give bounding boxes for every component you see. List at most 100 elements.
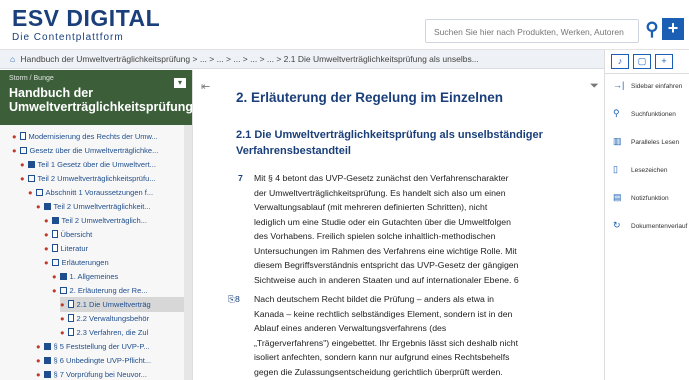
text-line: isoliert anfechten, sondern kann nur auf… <box>254 352 510 362</box>
text-line: Verwaltungsablauf (mit mehreren definier… <box>254 202 488 212</box>
folder-icon <box>43 343 51 350</box>
toc-item[interactable]: ● § 7 Vorprüfung bei Neuvor... <box>36 367 184 380</box>
tool-item[interactable]: ⚲ Suchfunktionen <box>605 102 689 130</box>
folder-icon <box>27 175 35 182</box>
scrollbar[interactable] <box>184 125 192 380</box>
section-heading: 2. Erläuterung der Regelung im Einzelnen <box>236 90 504 105</box>
toc-item[interactable]: ● Teil 2 Umweltverträglich... <box>44 213 184 228</box>
tool-item-label: Suchfunktionen <box>631 111 676 118</box>
toc-item-label: Erläuterungen <box>61 258 109 267</box>
bullet-icon: ● <box>36 356 41 365</box>
columns-icon: ▥ <box>613 136 622 146</box>
chevron-down-icon[interactable]: ▾ <box>174 78 186 88</box>
search-input[interactable]: Suchen Sie hier nach Produkten, Werken, … <box>425 19 639 43</box>
toc-item-label: Teil 2 Umweltverträglich... <box>61 216 147 225</box>
bookmark-icon: ▯ <box>613 164 618 174</box>
tool-panel: ♪ ▢ + →| Sidebar einfahren ⚲ Suchfunktionen ▥ P… <box>604 50 689 380</box>
toc-item-label: 2. Erläuterung der Re... <box>69 286 148 295</box>
bullet-icon: ● <box>52 272 57 281</box>
content: 2. Erläuterung der Regelung im Einzelnen… <box>218 70 602 380</box>
paragraph-number: ⎘8 <box>228 294 240 304</box>
home-icon[interactable]: ⌂ <box>10 54 15 64</box>
bullet-icon: ● <box>44 244 49 253</box>
tool-item-label: Lesezeichen <box>631 167 668 174</box>
toc-item[interactable]: ● 2. Erläuterung der Re... <box>52 283 184 298</box>
toc-item-label: § 7 Vorprüfung bei Neuvor... <box>53 370 147 379</box>
window-icon[interactable]: ▢ <box>633 54 651 69</box>
toc-item[interactable]: ● 2.3 Verfahren, die Zul <box>60 325 184 340</box>
toc-item[interactable]: ● 2.2 Verwaltungsbehör <box>60 311 184 326</box>
paragraph-number: 7 <box>238 173 243 183</box>
toc-item-label: Teil 2 Umweltverträglichkeitsprüfu... <box>37 174 156 183</box>
text-line: Untersuchungen im Rahmen des Verfahrens … <box>254 245 517 256</box>
tool-list: →| Sidebar einfahren ⚲ Suchfunktionen ▥ Paral… <box>605 74 689 242</box>
tool-item-label: Dokumentenverlauf <box>631 223 688 230</box>
toc-item-label: Übersicht <box>60 230 93 239</box>
header: ESV DIGITAL Die Contentplattform Suchen … <box>0 0 689 50</box>
note-icon: ▤ <box>613 192 622 202</box>
toc-item-label: 2.2 Verwaltungsbehör <box>76 314 150 323</box>
document-icon <box>67 300 74 308</box>
toc-item-label: § 5 Feststellung der UVP-P... <box>53 342 150 351</box>
logo[interactable]: ESV DIGITAL Die Contentplattform <box>12 7 160 43</box>
collapse-sidebar-icon[interactable]: ⇤ <box>201 80 210 93</box>
toc-item[interactable]: ● § 5 Feststellung der UVP-P... <box>36 339 184 354</box>
toc-item[interactable]: ● Literatur <box>44 241 184 256</box>
authors: Storm / Bunge <box>9 75 54 82</box>
bullet-icon: ● <box>44 258 49 267</box>
bullet-icon: ● <box>36 370 41 379</box>
bullet-icon: ● <box>60 300 65 309</box>
toc-item[interactable]: ● Erläuterungen <box>44 255 184 270</box>
document-icon <box>19 132 26 140</box>
tool-item[interactable]: ▯ Lesezeichen <box>605 158 689 186</box>
tool-item[interactable]: ▤ Notizfunktion <box>605 186 689 214</box>
breadcrumb-text[interactable]: Handbuch der Umweltverträglichkeitsprüfu… <box>21 54 479 64</box>
tool-item[interactable]: ▥ Paralleles Lesen <box>605 130 689 158</box>
toc-item[interactable]: ● Übersicht <box>44 227 184 242</box>
plus-icon[interactable]: + <box>662 18 684 40</box>
folder-icon <box>51 259 59 266</box>
breadcrumb: ⌂ Handbuch der Umweltverträglichkeitsprü… <box>0 50 689 69</box>
paragraph-7: Mit § 4 betont das UVP-Gesetz zunächst d… <box>254 171 602 287</box>
folder-icon <box>43 203 51 210</box>
add-icon[interactable]: + <box>655 54 673 69</box>
toc-item[interactable]: ● Abschnitt 1 Voraussetzungen f... <box>28 185 184 200</box>
toc-item-label: § 6 Unbedingte UVP-Pflicht... <box>53 356 152 365</box>
text-line: diesem Begriffsverständnis entspricht da… <box>254 260 519 270</box>
bullet-icon: ● <box>44 216 49 225</box>
toc-item[interactable]: ● Teil 2 Umweltverträglichkeitsprüfu... <box>20 171 184 186</box>
tool-item-label: Sidebar einfahren <box>631 83 683 90</box>
toc-item[interactable]: ● Gesetz über die Umweltverträglichke... <box>12 143 184 158</box>
tool-item[interactable]: →| Sidebar einfahren <box>605 74 689 102</box>
document-icon <box>67 328 74 336</box>
folder-icon <box>35 189 43 196</box>
toc-item[interactable]: ● 1. Allgemeines <box>52 269 184 284</box>
logo-title: ESV DIGITAL <box>12 5 161 31</box>
document-icon <box>51 244 58 252</box>
toc-item[interactable]: ● § 6 Unbedingte UVP-Pflicht... <box>36 353 184 368</box>
toc-item[interactable]: ● Modernisierung des Rechts der Umw... <box>12 129 184 144</box>
toc-item[interactable]: ● Teil 2 Umweltverträglichkeit... <box>36 199 184 214</box>
text-line: des Vorhabens. Freilich spielen solche i… <box>254 231 496 241</box>
toc-item-label: 1. Allgemeines <box>69 272 119 281</box>
toc-item[interactable]: ● 2.1 Die Umweltverträg <box>60 297 184 312</box>
tool-item-label: Notizfunktion <box>631 195 669 202</box>
search-icon[interactable]: ⚲ <box>643 18 661 40</box>
sidebar-icon: →| <box>613 80 625 90</box>
toc-item[interactable]: ● Teil 1 Gesetz über die Umweltvert... <box>20 157 184 172</box>
folder-icon <box>51 217 59 224</box>
tool-toolbar: ♪ ▢ + <box>605 50 689 74</box>
toc-item-label: Modernisierung des Rechts der Umw... <box>28 132 158 141</box>
bullet-icon: ● <box>60 314 65 323</box>
text-line: „Trägerverfahrens") eingebettet. Ihr Erg… <box>254 337 519 348</box>
text-line: Mit § 4 betont das UVP-Gesetz zunächst d… <box>254 173 509 183</box>
tool-item[interactable]: ↻ Dokumentenverlauf <box>605 214 689 242</box>
text-line: Sichtweise auch in anderen Staaten und a… <box>254 274 519 285</box>
bullet-icon: ● <box>28 188 33 197</box>
toc-item-label: 2.1 Die Umweltverträg <box>76 300 151 309</box>
bullet-icon: ● <box>20 174 25 183</box>
audio-icon[interactable]: ♪ <box>611 54 629 69</box>
toc-item-label: Teil 2 Umweltverträglichkeit... <box>53 202 151 211</box>
toc-tree: ● Modernisierung des Rechts der Umw... ● Ge… <box>0 125 192 380</box>
link-icon[interactable]: ⎘ <box>228 294 235 304</box>
